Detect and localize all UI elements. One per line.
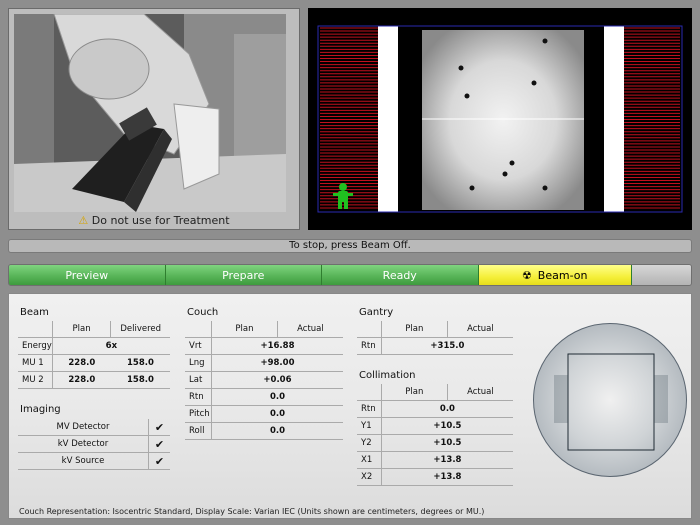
- couch-header-actual: Actual: [276, 321, 343, 338]
- status-bar: To stop, press Beam Off.: [8, 239, 692, 253]
- step-preview-label: Preview: [65, 268, 109, 282]
- couch-row-label: Vrt: [189, 341, 202, 351]
- beam-mu2-delivered: 158.0: [126, 375, 154, 385]
- couch-table: Plan Actual Vrt +16.88 Lng +98.00 Lat +0.06…: [185, 321, 343, 440]
- beam-energy-value: 6x: [51, 337, 170, 355]
- step-prepare[interactable]: Prepare: [165, 265, 322, 285]
- beam-row-label: MU 2: [22, 375, 44, 385]
- beam-row-label: MU 1: [22, 358, 44, 368]
- collimator-field-graphic: [554, 353, 668, 451]
- footer-note: Couch Representation: Isocentric Standar…: [19, 507, 485, 516]
- step-beam-on[interactable]: ☢ Beam-on: [478, 265, 632, 285]
- gantry-table: Plan Actual Rtn +315.0: [357, 321, 513, 355]
- gantry-title: Gantry: [359, 307, 394, 318]
- gantry-header-actual: Actual: [446, 321, 513, 338]
- imaging-kv-source-check: ✔: [148, 452, 170, 470]
- beam-mu1-plan: 228.0: [51, 354, 111, 372]
- beam-row-label: Energy: [22, 341, 52, 351]
- collimator-bev-view: [533, 323, 687, 477]
- imaging-mv-check: ✔: [148, 419, 170, 436]
- beam-table: Plan Delivered Energy 6x MU 1 228.0 158.…: [18, 321, 170, 389]
- collimation-header-actual: Actual: [446, 384, 513, 401]
- camera-feed: [14, 14, 286, 212]
- beam-title: Beam: [20, 307, 49, 318]
- couch-pitch-value: 0.0: [210, 405, 343, 423]
- couch-lat-value: +0.06: [210, 371, 343, 389]
- status-message: To stop, press Beam Off.: [289, 240, 411, 251]
- couch-roll-value: 0.0: [210, 422, 343, 440]
- collimation-row-label: Y1: [361, 421, 372, 431]
- collimation-row-label: Rtn: [361, 404, 376, 414]
- collimation-row-label: Y2: [361, 438, 372, 448]
- beam-header-delivered: Delivered: [110, 321, 170, 338]
- step-preview[interactable]: Preview: [9, 265, 166, 285]
- imaging-title: Imaging: [20, 404, 61, 415]
- beam-mu2-plan: 228.0: [51, 371, 111, 389]
- couch-row-label: Lat: [189, 375, 203, 385]
- collimation-x2-value: +13.8: [380, 468, 513, 486]
- imaging-table: MV Detector ✔ kV Detector ✔ kV Source ✔: [18, 419, 170, 470]
- couch-row-label: Pitch: [189, 409, 210, 419]
- portal-image: [422, 30, 584, 210]
- collimation-x1-value: +13.8: [380, 451, 513, 469]
- couch-lng-value: +98.00: [210, 354, 343, 372]
- couch-vrt-value: +16.88: [210, 337, 343, 355]
- step-beam-on-label: Beam-on: [537, 268, 588, 282]
- beam-header-plan: Plan: [51, 321, 111, 338]
- couch-header-plan: Plan: [210, 321, 278, 338]
- workflow-steps: Preview Prepare Ready ☢ Beam-on: [8, 264, 692, 286]
- gantry-rtn-value: +315.0: [380, 337, 513, 355]
- workflow-end: [631, 265, 691, 285]
- step-prepare-label: Prepare: [222, 268, 265, 282]
- warning-text: Do not use for Treatment: [91, 214, 230, 227]
- camera-warning: ⚠ Do not use for Treatment: [8, 214, 300, 230]
- imaging-row-label: MV Detector: [56, 422, 110, 432]
- left-jaw: [378, 26, 398, 212]
- collimation-corner: [357, 384, 381, 401]
- beam-mu1-delivered: 158.0: [126, 358, 154, 368]
- collimation-rtn-value: 0.0: [380, 400, 513, 418]
- collimation-row-label: X1: [361, 455, 373, 465]
- couch-row-label: Rtn: [189, 392, 204, 402]
- collimation-y1-value: +10.5: [380, 417, 513, 435]
- couch-rtn-value: 0.0: [210, 388, 343, 406]
- radiation-trefoil-icon: ☢: [521, 268, 532, 282]
- collimation-header-plan: Plan: [380, 384, 448, 401]
- collimation-table: Plan Actual Rtn 0.0 Y1 +10.5 Y2 +10.5 X1 +13…: [357, 384, 513, 486]
- imaging-kv-detector-check: ✔: [148, 435, 170, 453]
- warning-triangle-icon: ⚠: [78, 214, 89, 227]
- step-ready[interactable]: Ready: [322, 265, 479, 285]
- couch-row-label: Lng: [189, 358, 205, 368]
- gantry-row-label: Rtn: [361, 341, 376, 351]
- mlc-view: [317, 25, 683, 213]
- linac-camera-image: [14, 14, 286, 212]
- imaging-row-label: kV Source: [61, 456, 105, 466]
- imaging-row-label: kV Detector: [57, 439, 109, 449]
- couch-title: Couch: [187, 307, 219, 318]
- gantry-corner: [357, 321, 381, 338]
- step-ready-label: Ready: [382, 268, 417, 282]
- couch-row-label: Roll: [189, 426, 205, 436]
- beam-corner: [18, 321, 52, 338]
- couch-corner: [185, 321, 211, 338]
- right-jaw: [604, 26, 624, 212]
- collimation-row-label: X2: [361, 472, 373, 482]
- collimation-title: Collimation: [359, 370, 416, 381]
- collimation-y2-value: +10.5: [380, 434, 513, 452]
- gantry-header-plan: Plan: [380, 321, 448, 338]
